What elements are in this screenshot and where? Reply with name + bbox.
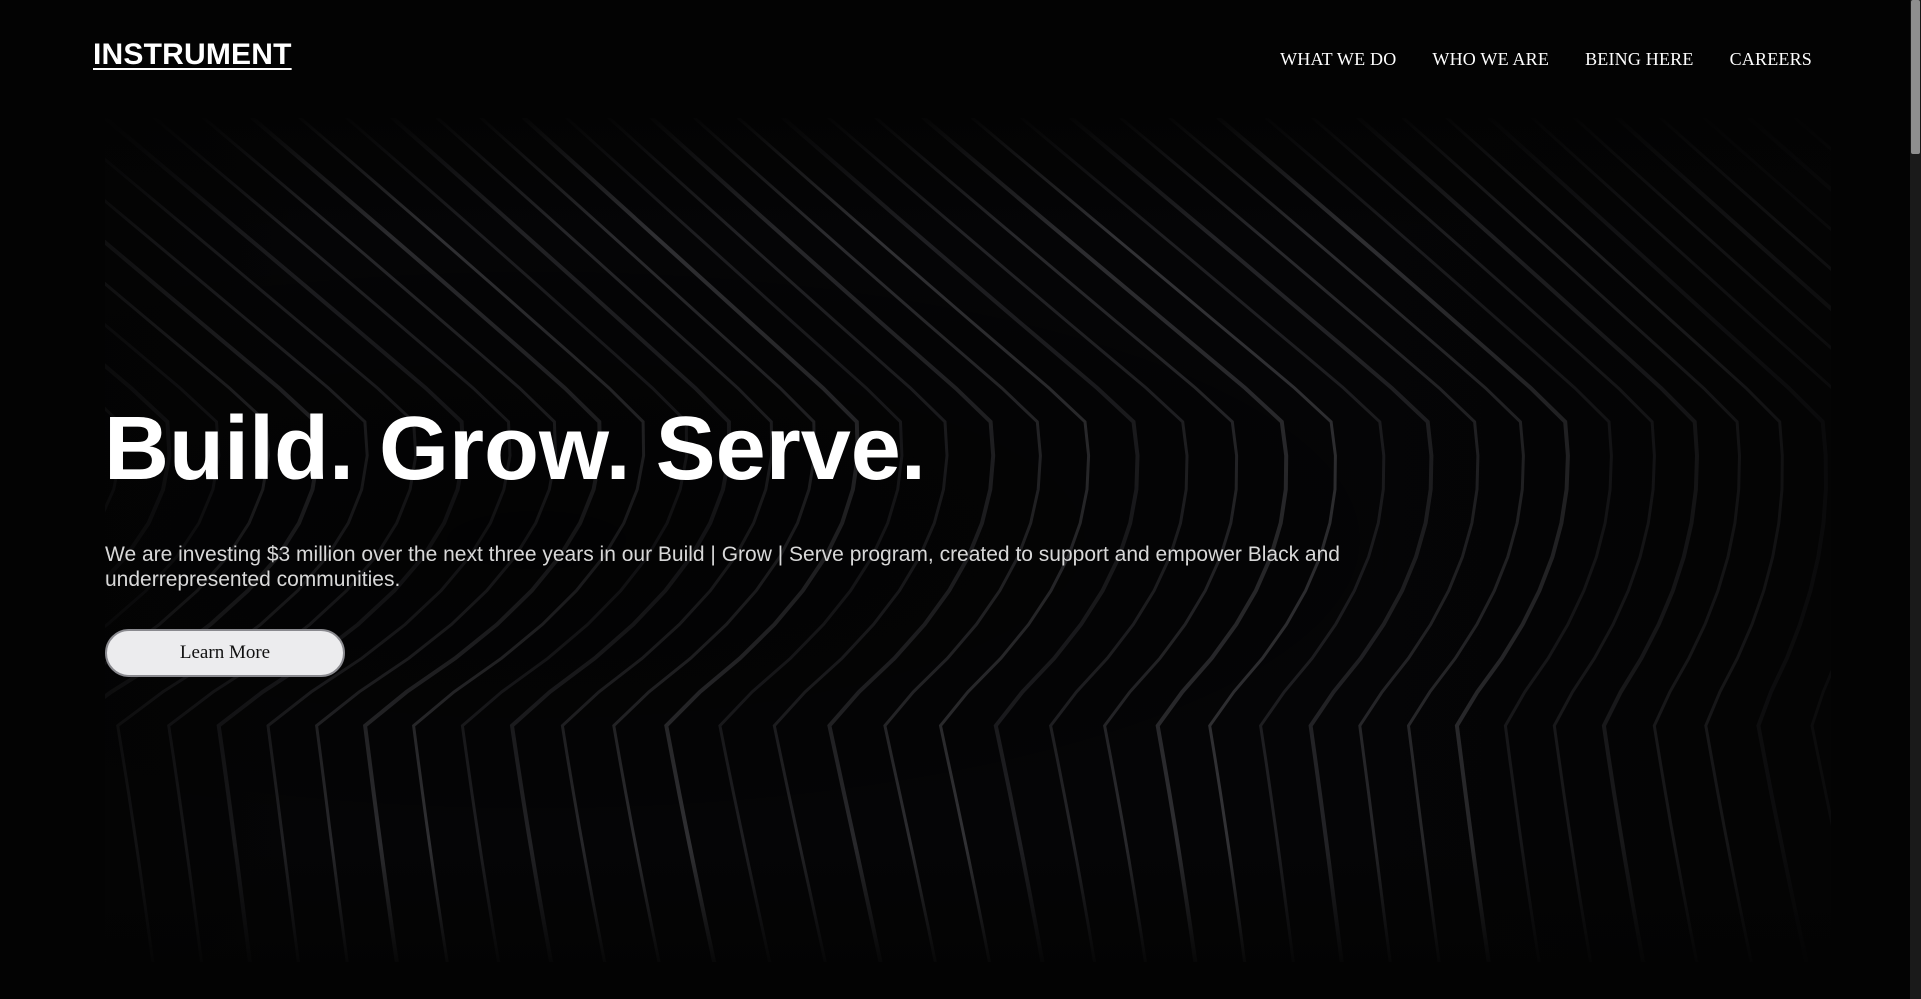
hero-vignette — [105, 118, 1831, 962]
nav-item-careers[interactable]: CAREERS — [1730, 49, 1812, 70]
learn-more-button[interactable]: Learn More — [105, 629, 345, 677]
logo-link[interactable]: INSTRUMENT — [93, 38, 292, 72]
nav-item-what-we-do[interactable]: WHAT WE DO — [1280, 49, 1396, 70]
page: INSTRUMENT WHAT WE DO WHO WE ARE BEING H… — [0, 0, 1910, 999]
hero-background-image — [105, 118, 1831, 962]
vertical-scrollbar[interactable] — [1910, 0, 1921, 999]
scrollbar-thumb[interactable] — [1911, 0, 1920, 154]
nav-item-who-we-are[interactable]: WHO WE ARE — [1432, 49, 1549, 70]
main-nav: WHAT WE DO WHO WE ARE BEING HERE CAREERS — [1280, 49, 1812, 70]
hero-title: Build. Grow. Serve. — [104, 399, 926, 499]
hero-description: We are investing $3 million over the nex… — [105, 543, 1340, 591]
nav-item-being-here[interactable]: BEING HERE — [1585, 49, 1694, 70]
